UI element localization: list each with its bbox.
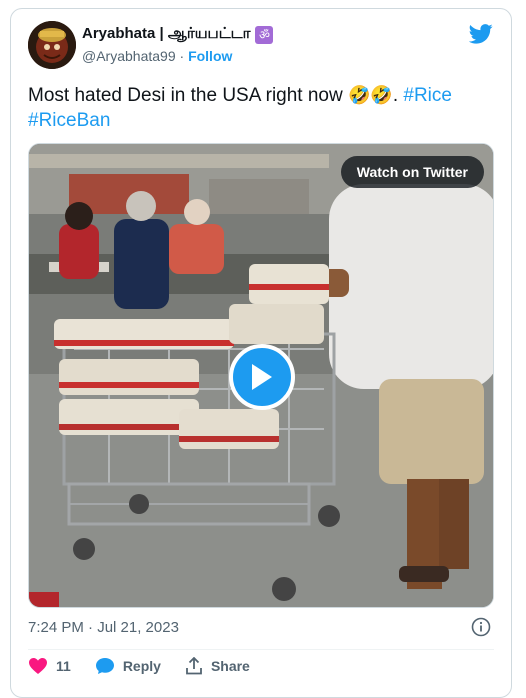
reply-button[interactable]: Reply <box>95 657 161 675</box>
author-avatar[interactable] <box>28 21 76 69</box>
laughing-emoji-icon: 🤣🤣 <box>348 85 393 106</box>
tweet-card: Aryabhata | ஆர்யபட்டா ॐ @Aryabhata99 · F… <box>10 8 512 698</box>
follow-button[interactable]: Follow <box>188 48 232 64</box>
author-name[interactable]: Aryabhata | ஆர்யபட்டா <box>82 25 250 44</box>
like-button[interactable]: 11 <box>28 657 71 675</box>
hashtag-riceban[interactable]: #RiceBan <box>28 110 110 131</box>
reply-icon <box>95 658 114 674</box>
hashtag-rice[interactable]: #Rice <box>403 85 452 106</box>
heart-icon <box>29 658 47 674</box>
divider <box>28 649 494 650</box>
like-count: 11 <box>56 658 71 674</box>
tweet-text-punct: . <box>392 85 404 106</box>
tweet-text-main: Most hated Desi in the USA right now <box>28 85 348 106</box>
reply-label: Reply <box>122 658 161 674</box>
om-badge-icon: ॐ <box>255 25 274 44</box>
info-icon[interactable] <box>471 617 491 637</box>
tweet-text: Most hated Desi in the USA right now 🤣🤣.… <box>28 83 498 133</box>
share-button[interactable]: Share <box>185 657 250 675</box>
video-thumbnail[interactable]: Watch on Twitter <box>28 143 494 608</box>
handle-separator: · <box>175 48 189 64</box>
share-icon <box>186 657 202 675</box>
share-label: Share <box>210 658 250 674</box>
play-icon[interactable] <box>229 344 295 410</box>
tweet-timestamp[interactable]: 7:24 PM · Jul 21, 2023 <box>28 619 179 636</box>
author-name-row: Aryabhata | ஆர்யபட்டா ॐ <box>82 25 274 44</box>
handle-row: @Aryabhata99 · Follow <box>82 48 232 64</box>
author-handle[interactable]: @Aryabhata99 <box>82 48 176 64</box>
twitter-bird-icon[interactable] <box>469 23 493 45</box>
tweet-actions: 11 Reply Share <box>28 657 274 675</box>
watch-on-twitter-button[interactable]: Watch on Twitter <box>340 156 484 188</box>
